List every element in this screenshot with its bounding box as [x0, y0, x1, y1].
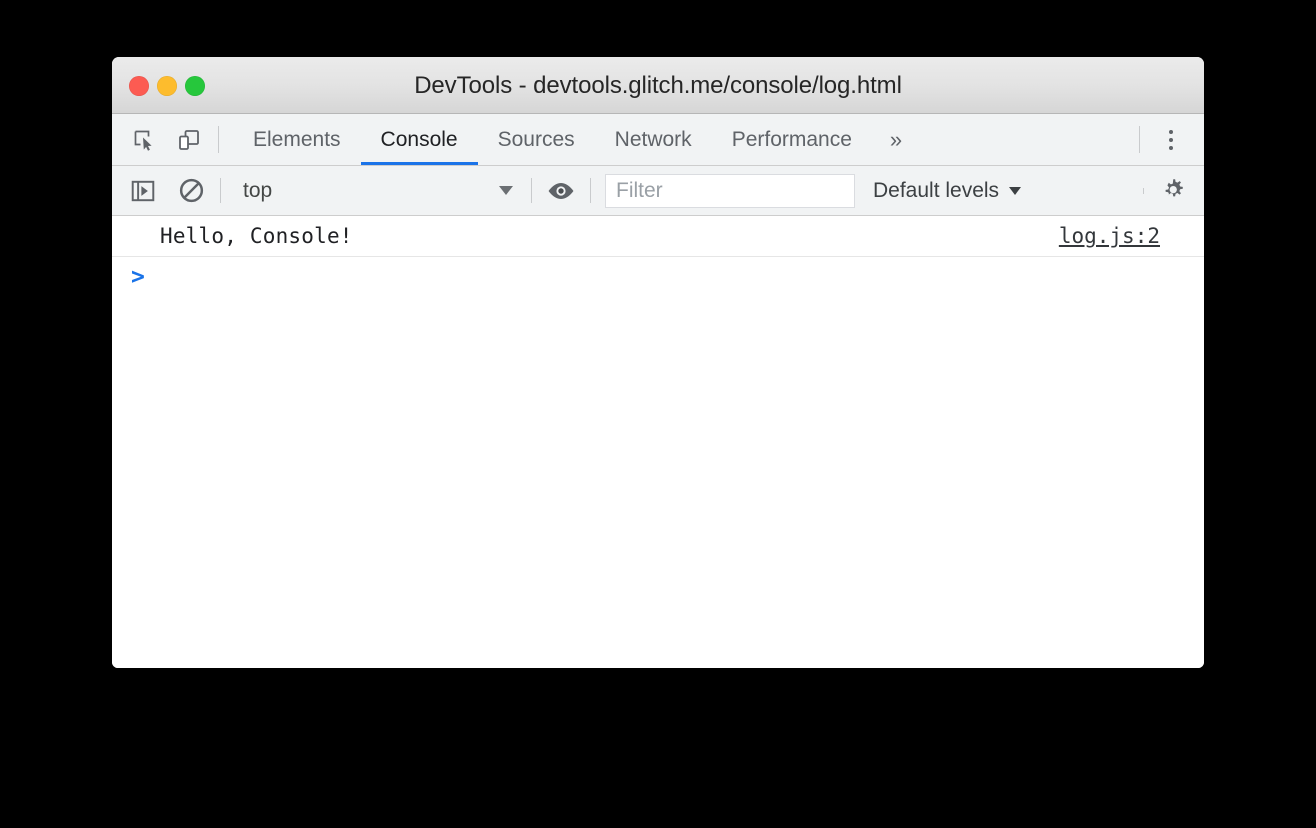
device-toolbar-icon [179, 129, 199, 150]
show-console-sidebar-icon [131, 180, 155, 201]
console-message-row[interactable]: Hello, Console! log.js:2 [112, 216, 1204, 257]
console-toolbar-divider-1 [220, 178, 221, 203]
clear-console-icon [179, 178, 203, 203]
clear-console-button[interactable] [176, 176, 206, 206]
window-title: DevTools - devtools.glitch.me/console/lo… [414, 72, 902, 99]
console-toolbar-divider-4 [1143, 187, 1144, 194]
devtools-window: DevTools - devtools.glitch.me/console/lo… [112, 57, 1204, 668]
more-tabs-chevron-icon[interactable]: » [872, 114, 920, 165]
chevron-down-icon [499, 186, 513, 195]
console-message-source-link[interactable]: log.js:2 [1059, 224, 1160, 248]
window-titlebar: DevTools - devtools.glitch.me/console/lo… [112, 57, 1204, 114]
tab-sources[interactable]: Sources [478, 114, 595, 165]
console-message-list: Hello, Console! log.js:2 > [112, 216, 1204, 668]
filter-input-placeholder: Filter [616, 178, 663, 202]
tab-performance[interactable]: Performance [712, 114, 872, 165]
javascript-context-value: top [243, 178, 273, 202]
console-toolbar: top Filter Default levels [112, 166, 1204, 216]
device-toolbar-button[interactable] [174, 125, 204, 155]
filter-input[interactable]: Filter [605, 173, 855, 208]
inspect-element-icon [134, 130, 152, 151]
inspect-element-button[interactable] [129, 125, 159, 155]
console-toolbar-divider-3 [590, 178, 591, 203]
javascript-context-dropdown[interactable]: top [243, 179, 517, 203]
devtools-tabs: Elements Console Sources Network Perform… [233, 114, 920, 165]
prompt-chevron-icon: > [131, 263, 145, 290]
console-prompt-row[interactable]: > [112, 257, 1204, 297]
tabbar-right-divider [1139, 126, 1140, 153]
log-levels-dropdown[interactable]: Default levels [873, 178, 1022, 203]
tabbar-tool-icons [112, 114, 204, 165]
console-toolbar-divider-2 [531, 178, 532, 203]
devtools-tabbar: Elements Console Sources Network Perform… [112, 114, 1204, 166]
customize-devtools-button[interactable] [1154, 123, 1188, 157]
log-levels-value: Default levels [873, 178, 1000, 202]
tab-console[interactable]: Console [360, 114, 478, 165]
show-console-sidebar-button[interactable] [128, 176, 158, 206]
tabbar-divider [218, 126, 219, 153]
tabbar-right-group [1125, 114, 1204, 165]
live-expression-eye-icon [548, 182, 574, 199]
chevron-down-icon [1009, 186, 1022, 195]
vertical-dots-icon [1169, 129, 1173, 134]
create-live-expression-button[interactable] [546, 176, 576, 206]
tab-network[interactable]: Network [595, 114, 712, 165]
console-message-text: Hello, Console! [160, 224, 353, 248]
console-toolbar-left [112, 176, 206, 206]
settings-button[interactable] [1158, 176, 1188, 206]
gear-icon [1165, 178, 1183, 196]
tab-elements[interactable]: Elements [233, 114, 361, 165]
console-toolbar-right [1129, 176, 1204, 206]
